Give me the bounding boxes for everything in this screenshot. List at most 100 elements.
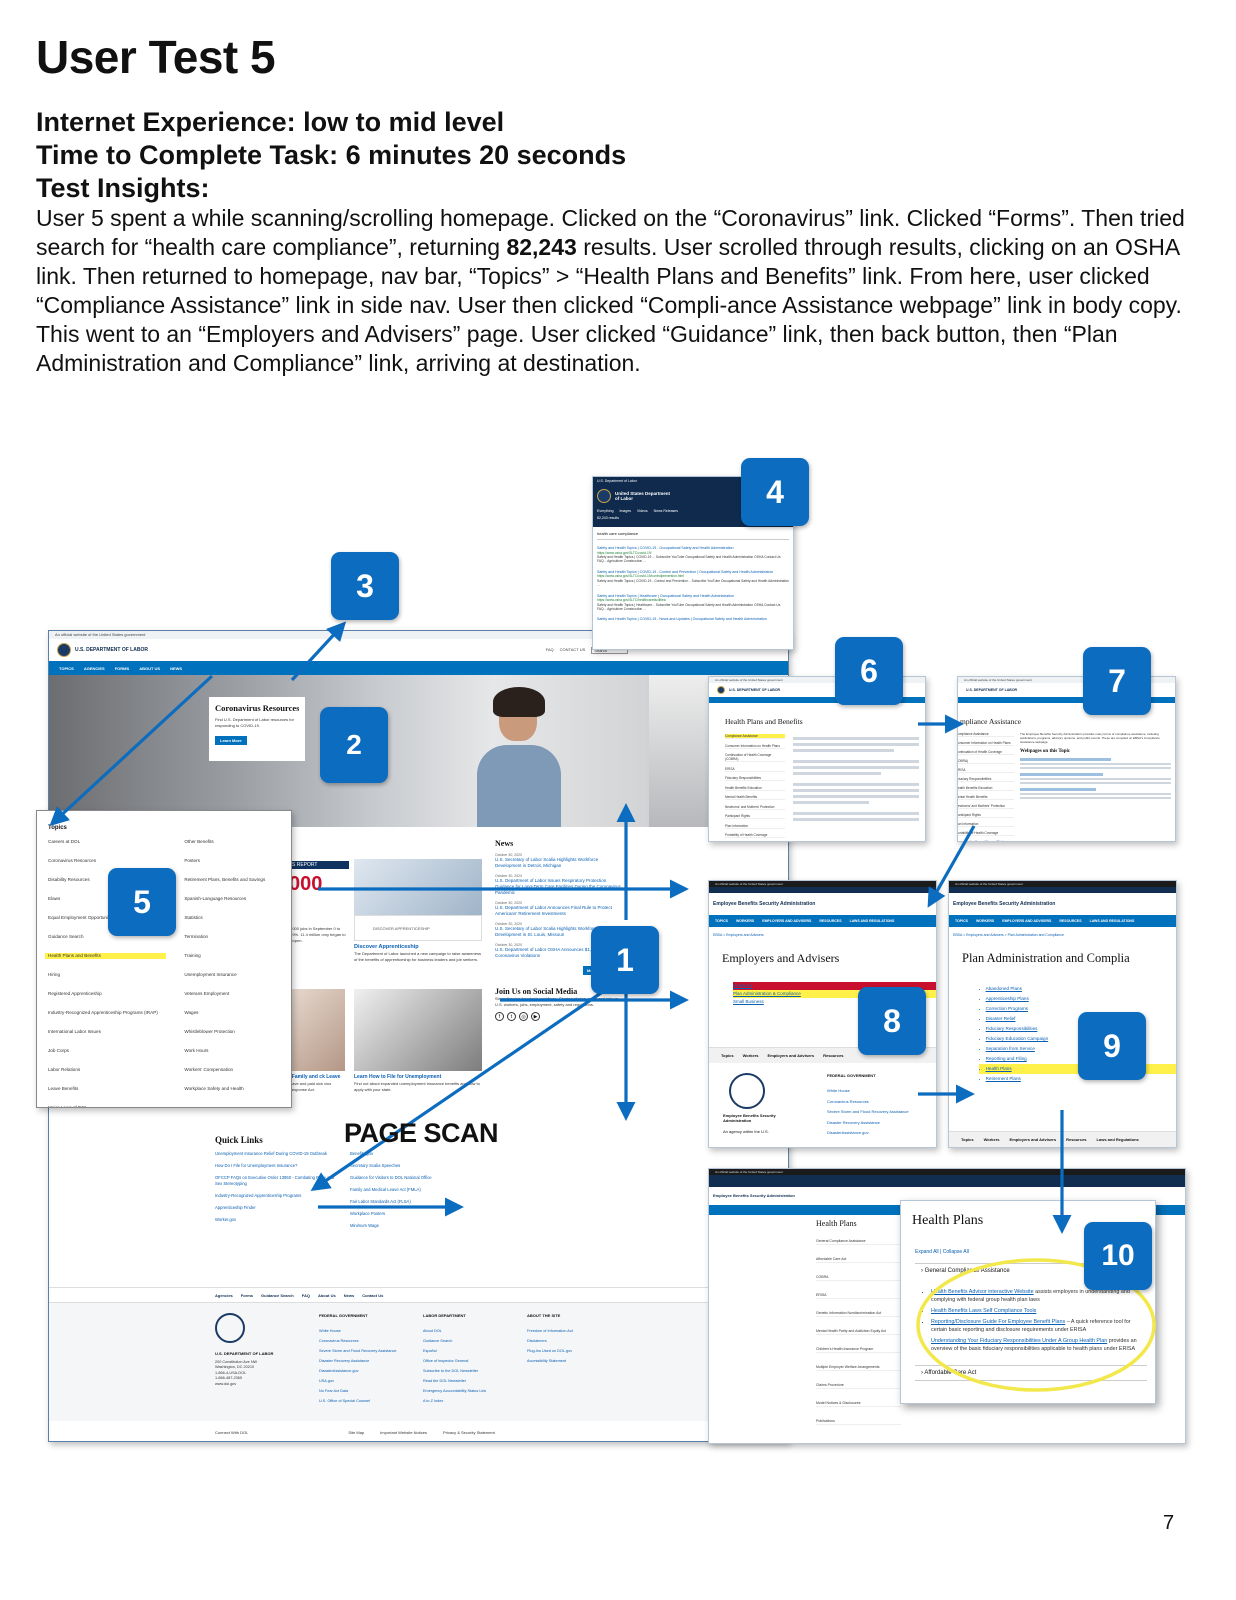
search-tab[interactable]: Images: [620, 509, 631, 513]
footer-link[interactable]: Guidance Search: [423, 1336, 503, 1346]
footer-link[interactable]: U.S. Office of Special Counsel: [319, 1396, 399, 1406]
pac-nav-item[interactable]: LAWS AND REGULATIONS: [1090, 919, 1135, 923]
topic-link[interactable]: Other Benefits: [184, 839, 291, 845]
ea-bottom-link[interactable]: Topics: [721, 1053, 734, 1058]
topic-link[interactable]: Labor Relations: [45, 1067, 166, 1073]
hp-item-link[interactable]: Health Benefits Laws Self Compliance Too…: [931, 1308, 1036, 1314]
hpb-side-link[interactable]: Portability of Health Coverage: [725, 833, 785, 838]
bottom-link[interactable]: Important Website Notices: [380, 1430, 427, 1435]
pac-bottom-link[interactable]: Employers and Advisers: [1010, 1137, 1057, 1142]
topic-link[interactable]: International Labor Issues: [45, 1029, 166, 1035]
ca-side-link[interactable]: ental Health Benefits: [958, 795, 1014, 800]
search-tab[interactable]: News Releases: [654, 509, 678, 513]
hp-bg-side-link[interactable]: Publications: [816, 1419, 901, 1425]
quick-link[interactable]: Fair Labor Standards Act (FLSA): [350, 1199, 470, 1205]
topic-link[interactable]: Unemployment Insurance: [184, 972, 291, 978]
hpb-side-link[interactable]: Continuation of Health Coverage (COBRA): [725, 753, 785, 762]
instagram-icon[interactable]: ◎: [519, 1012, 528, 1021]
search-tab[interactable]: Everything: [597, 509, 614, 513]
quick-link[interactable]: Workplace Posters: [350, 1211, 470, 1217]
topic-link[interactable]: Training: [184, 953, 291, 959]
hp-item-link[interactable]: Reporting/Disclosure Guide For Employee …: [931, 1319, 1065, 1325]
hp-accordion-aca[interactable]: › Affordable Care Act: [915, 1365, 1147, 1381]
pac-link[interactable]: Abandoned Plans: [979, 984, 1176, 994]
footer-link[interactable]: DisasterAssistance.gov: [319, 1366, 399, 1376]
quick-link[interactable]: Unemployment Insurance Relief During COV…: [215, 1151, 340, 1157]
pac-bottom-link[interactable]: Topics: [961, 1137, 974, 1142]
ea-fed-link[interactable]: DisasterAssistance.gov: [827, 1128, 909, 1139]
hpb-side-link[interactable]: Consumer Information on Health Plans: [725, 744, 785, 749]
ea-bottom-link[interactable]: Employers and Advisers: [768, 1053, 815, 1058]
hp-bg-side-link[interactable]: Affordable Care Act: [816, 1257, 901, 1263]
ea-nav-item[interactable]: EMPLOYERS AND ADVISERS: [762, 919, 811, 923]
pac-nav-item[interactable]: WORKERS: [976, 919, 994, 923]
topic-link[interactable]: Posters: [184, 858, 291, 864]
ea-fed-link[interactable]: Severe Storm and Flood Recovery Assistan…: [827, 1107, 909, 1118]
pac-bottom-link[interactable]: Resources: [1066, 1137, 1086, 1142]
footer-link[interactable]: Subscribe to the DOL Newsletter: [423, 1366, 503, 1376]
footer-link[interactable]: Disclaimers: [527, 1336, 607, 1346]
expand-all-link[interactable]: Expand All: [915, 1249, 939, 1255]
topic-link[interactable]: Workers' Compensation: [184, 1067, 291, 1073]
twitter-icon[interactable]: t: [507, 1012, 516, 1021]
quick-link[interactable]: OFCCP FAQs on Executive Order 13950 - Co…: [215, 1175, 340, 1187]
pac-nav-item[interactable]: RESOURCES: [1059, 919, 1081, 923]
quick-link[interactable]: Secretary Scalia Speeches: [350, 1163, 470, 1169]
hp-bg-side-link[interactable]: COBRA: [816, 1275, 901, 1281]
hp-bg-side-link[interactable]: Mental Health Parity and Addiction Equit…: [816, 1329, 901, 1335]
quick-link[interactable]: Minimum Wage: [350, 1223, 470, 1229]
pac-bottom-link[interactable]: Workers: [984, 1137, 1000, 1142]
ea-fed-link[interactable]: Coronavirus Resources: [827, 1097, 909, 1108]
topic-link[interactable]: Careers at DOL: [45, 839, 166, 845]
ea-fed-link[interactable]: White House: [827, 1086, 909, 1097]
hpb-side-link[interactable]: Fiduciary Responsibilities: [725, 776, 785, 781]
hp-bg-side-link[interactable]: General Compliance Assistance: [816, 1239, 901, 1245]
footer-link[interactable]: Disaster Recovery Assistance: [319, 1356, 399, 1366]
footer-link[interactable]: A to Z Index: [423, 1396, 503, 1406]
topic-link[interactable]: Retirement Plans, Benefits and Savings: [184, 877, 291, 883]
search-query[interactable]: health care compliance: [597, 531, 789, 540]
topic-link[interactable]: Health Plans and Benefits: [45, 953, 167, 959]
nav-about[interactable]: ABOUT US: [139, 666, 160, 671]
ea-fed-link[interactable]: Disaster Recovery Assistance: [827, 1118, 909, 1129]
footer-link[interactable]: Coronavirus Resources: [319, 1336, 399, 1346]
footer-nav-link[interactable]: News: [344, 1293, 354, 1298]
pac-link[interactable]: Retirement Plans: [979, 1074, 1176, 1084]
topic-link[interactable]: Spanish-Language Resources: [184, 896, 291, 902]
footer-link[interactable]: Read the DOL Newsletter: [423, 1376, 503, 1386]
pac-breadcrumb[interactable]: EBSA > Employers and Advisers > Plan Adm…: [953, 933, 1176, 937]
family-title[interactable]: l Family and ck Leave: [289, 1074, 345, 1081]
faq-link[interactable]: FAQ: [546, 647, 554, 654]
pac-bottom-link[interactable]: Laws and Regulations: [1097, 1137, 1139, 1142]
ca-side-link[interactable]: an Information: [958, 822, 1014, 827]
quick-link[interactable]: Worker.gov: [215, 1217, 340, 1223]
topic-link[interactable]: Job Corps: [45, 1048, 166, 1054]
topic-link[interactable]: Coronavirus Resources: [45, 858, 166, 864]
search-result-title[interactable]: Safety and Health Topics | COVID-19 - Ne…: [597, 617, 789, 622]
ca-side-link[interactable]: ompliance Assistance: [958, 732, 1014, 737]
ca-side-link[interactable]: articipant Rights: [958, 813, 1014, 818]
hp-bg-side-link[interactable]: Model Notices & Disclosures: [816, 1401, 901, 1407]
ca-side-link[interactable]: OBRA): [958, 759, 1014, 764]
apprenticeship-title[interactable]: Discover Apprenticeship: [354, 944, 482, 951]
ca-side-link[interactable]: ealth Benefits Education: [958, 786, 1014, 791]
topic-link[interactable]: Wages: [184, 1010, 291, 1016]
ea-bottom-link[interactable]: Workers: [743, 1053, 759, 1058]
footer-link[interactable]: Español: [423, 1346, 503, 1356]
quick-link[interactable]: Industry-Recognized Apprenticeship Progr…: [215, 1193, 340, 1199]
bottom-link[interactable]: Privacy & Security Statement: [443, 1430, 495, 1435]
topic-link[interactable]: Workplace Safety and Health: [184, 1086, 291, 1092]
footer-link[interactable]: Accessibility Statement: [527, 1356, 607, 1366]
footer-link[interactable]: No Fear Act Data: [319, 1386, 399, 1396]
ca-side-link[interactable]: RISA: [958, 768, 1014, 773]
pac-link[interactable]: Apprenticeship Plans: [979, 994, 1176, 1004]
hpb-side-link[interactable]: Compliance Assistance: [725, 734, 785, 739]
footer-link[interactable]: USA.gov: [319, 1376, 399, 1386]
hp-item-link[interactable]: Health Benefits Advisor interactive Webs…: [931, 1289, 1034, 1295]
ca-side-link[interactable]: duciary Responsibilities: [958, 777, 1014, 782]
hp-bg-side-link[interactable]: Claims Procedure: [816, 1383, 901, 1389]
news-title[interactable]: U.S. Department of Labor Issues Respirat…: [495, 878, 625, 896]
topic-link[interactable]: Statistics: [184, 915, 291, 921]
footer-nav-link[interactable]: Contact Us: [362, 1293, 383, 1298]
news-title[interactable]: U.S. Secretary of Labor Scalia Highlight…: [495, 857, 625, 869]
